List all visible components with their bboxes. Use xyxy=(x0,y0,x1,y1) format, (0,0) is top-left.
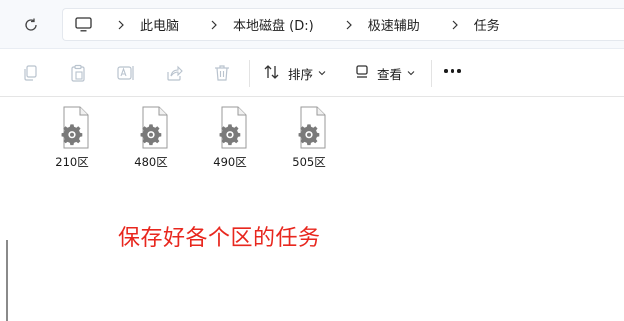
chevron-right-icon[interactable] xyxy=(205,20,223,30)
settings-file-icon xyxy=(219,106,247,149)
scrollbar[interactable] xyxy=(6,240,8,321)
settings-file-icon xyxy=(140,106,168,149)
breadcrumb-current[interactable]: 任务 xyxy=(468,15,506,34)
paste-icon[interactable] xyxy=(67,62,89,84)
address-box[interactable]: 此电脑 本地磁盘 (D:) 极速辅助 任务 xyxy=(62,8,624,41)
file-item[interactable]: 505区 xyxy=(274,106,344,176)
rename-icon[interactable] xyxy=(115,62,137,84)
toolbar-divider xyxy=(431,60,432,87)
delete-icon[interactable] xyxy=(211,62,233,84)
breadcrumb-local-disk[interactable]: 本地磁盘 (D:) xyxy=(227,15,320,34)
view-icon xyxy=(354,64,370,83)
file-name: 480区 xyxy=(134,155,168,169)
file-name: 210区 xyxy=(55,155,89,169)
refresh-icon[interactable] xyxy=(18,12,44,38)
chevron-down-icon xyxy=(318,70,326,76)
sort-label: 排序 xyxy=(288,66,314,82)
more-options-icon[interactable] xyxy=(444,69,461,73)
settings-file-icon xyxy=(298,106,326,149)
breadcrumb-folder[interactable]: 极速辅助 xyxy=(362,15,426,34)
address-bar-region: 此电脑 本地磁盘 (D:) 极速辅助 任务 xyxy=(0,0,624,49)
annotation-text: 保存好各个区的任务 xyxy=(118,226,321,251)
sort-icon xyxy=(263,64,281,83)
file-item[interactable]: 210区 xyxy=(37,106,107,176)
chevron-right-icon[interactable] xyxy=(446,20,464,30)
view-label: 查看 xyxy=(377,66,403,82)
copy-icon[interactable] xyxy=(19,62,41,84)
chevron-down-icon xyxy=(407,70,415,76)
file-item[interactable]: 490区 xyxy=(195,106,265,176)
command-bar: 排序 查看 xyxy=(0,49,624,97)
chevron-right-icon[interactable] xyxy=(112,20,130,30)
view-button[interactable]: 查看 xyxy=(354,61,415,85)
file-item[interactable]: 480区 xyxy=(116,106,186,176)
this-pc-icon[interactable] xyxy=(74,16,92,34)
sort-button[interactable]: 排序 xyxy=(263,61,326,85)
file-name: 490区 xyxy=(213,155,247,169)
share-icon[interactable] xyxy=(163,62,185,84)
file-name: 505区 xyxy=(292,155,326,169)
breadcrumb-this-pc[interactable]: 此电脑 xyxy=(134,15,185,34)
settings-file-icon xyxy=(61,106,89,149)
file-list-area: 210区 480区 490区 505区 保存好各个区的任务 xyxy=(0,97,624,321)
chevron-right-icon[interactable] xyxy=(340,20,358,30)
toolbar-divider xyxy=(249,60,250,87)
